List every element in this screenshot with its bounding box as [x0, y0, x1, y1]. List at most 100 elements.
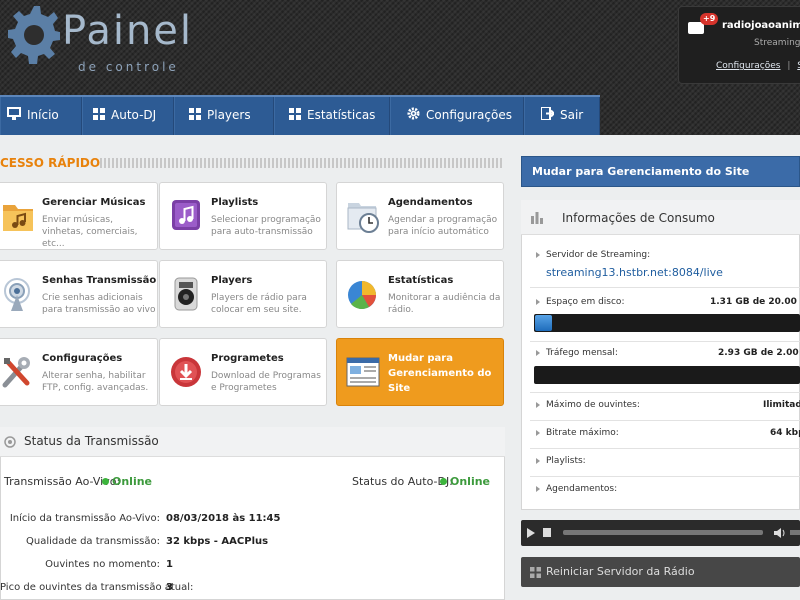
user-links: Configurações | Sa [716, 61, 800, 71]
notification-badge: +9 [700, 13, 719, 25]
card-description: Players de rádio para colocar em seu sit… [211, 293, 307, 315]
playlist-icon [172, 200, 200, 230]
card-agendamentos[interactable]: Agendamentos Agendar a programação para … [336, 182, 504, 250]
logo-title: Painel [62, 8, 194, 54]
card-title: Programetes [211, 353, 284, 364]
autodj-status-value: Online [450, 475, 491, 488]
nav-item-configuracoes[interactable]: Configurações [390, 97, 524, 135]
nav-item-inicio[interactable]: Início [0, 97, 82, 135]
card-title: Playlists [211, 197, 259, 208]
divider [530, 341, 800, 342]
schedules-label: Agendamentos: [536, 484, 617, 494]
nav-label: Auto-DJ [111, 108, 157, 122]
card-description: Crie senhas adicionais para transmissão … [42, 293, 156, 315]
max-listeners-value: Ilimitad [763, 400, 800, 410]
section-divider [100, 158, 504, 168]
max-listeners-label: Máximo de ouvintes: [536, 400, 640, 410]
card-playlists[interactable]: Playlists Selecionar programação para au… [159, 182, 327, 250]
traffic-usage-bar [534, 366, 800, 384]
card-description: Alterar senha, habilitar FTP, config. av… [42, 371, 149, 393]
status-row-label: Qualidade da transmissão: [26, 536, 160, 547]
status-row-value: 3 [166, 582, 173, 593]
status-row-label: Pico de ouvintes da transmissão atual: [0, 582, 194, 593]
volume-icon[interactable] [773, 527, 785, 539]
broadcast-icon [4, 278, 30, 311]
card-description: Monitorar a audiência da rádio. [388, 293, 501, 315]
grid-icon [530, 567, 541, 578]
disk-label: Espaço em disco: [536, 297, 624, 307]
card-mudar-gerenciamento-site[interactable]: Mudar para Gerenciamento do Site [336, 338, 504, 406]
player-device-icon [174, 277, 198, 311]
autodj-status: Online [438, 475, 490, 488]
card-description: Enviar músicas, vinhetas, comerciais, et… [42, 215, 138, 249]
site-window-icon [346, 357, 380, 387]
grid-icon [93, 98, 105, 134]
grid-icon [289, 98, 301, 134]
pie-chart-icon [348, 281, 376, 310]
nav-label: Sair [560, 108, 584, 122]
divider [530, 420, 800, 421]
card-title: Mudar para Gerenciamento do Site [388, 353, 492, 394]
play-icon[interactable] [526, 527, 536, 539]
logo-subtitle: de controle [78, 60, 179, 74]
card-title: Players [211, 275, 253, 286]
bar-chart-icon [531, 212, 543, 224]
nav-label: Início [27, 108, 59, 122]
restart-server-button[interactable]: Reiniciar Servidor da Rádio [521, 557, 800, 587]
music-folder-icon [3, 205, 33, 231]
card-gerenciar-musicas[interactable]: Gerenciar Músicas Enviar músicas, vinhet… [0, 182, 158, 250]
volume-slider[interactable] [790, 530, 800, 535]
nav-item-auto-dj[interactable]: Auto-DJ [82, 97, 174, 135]
download-icon [171, 357, 201, 387]
online-dot-icon [102, 478, 109, 485]
section-title: CESSO RÁPIDO [0, 156, 101, 170]
status-title: Status da Transmissão [24, 434, 159, 448]
nav-label: Estatísticas [307, 108, 376, 122]
stop-icon[interactable] [543, 528, 552, 538]
card-estatisticas[interactable]: Estatísticas Monitorar a audiência da rá… [336, 260, 504, 328]
tools-icon [2, 357, 30, 388]
card-players[interactable]: Players Players de rádio para colocar em… [159, 260, 327, 328]
disk-value: 1.31 GB de 20.00 G [710, 297, 800, 307]
bitrate-label: Bitrate máximo: [536, 428, 619, 438]
card-programetes[interactable]: Programetes Download de Programas e Prog… [159, 338, 327, 406]
live-status: Online [100, 475, 152, 488]
server-label: Servidor de Streaming: [536, 250, 650, 260]
status-row-label: Início da transmissão Ao-Vivo: [9, 513, 160, 524]
nav-item-estatisticas[interactable]: Estatísticas [274, 97, 390, 135]
user-name: radiojoaoanima [722, 20, 800, 31]
disk-usage-fill [535, 315, 552, 331]
monitor-icon [7, 98, 21, 134]
traffic-value: 2.93 GB de 2.00 T [718, 348, 800, 358]
gear-logo-icon [8, 6, 60, 64]
server-url: streaming13.hstbr.net:8084/live [546, 266, 723, 279]
status-row-value: 32 kbps - AACPlus [166, 536, 269, 547]
main-nav: Início Auto-DJ Players Estatísticas Conf… [0, 95, 600, 135]
consumption-title: Informações de Consumo [562, 211, 715, 225]
broadcast-small-icon [4, 436, 16, 448]
gear-icon [407, 98, 420, 134]
player-progress-bar[interactable] [563, 530, 763, 535]
nav-label: Configurações [426, 108, 512, 122]
user-server: Streaming1 [754, 38, 800, 48]
card-title: Senhas Transmissão [42, 275, 157, 286]
card-senhas-transmissao[interactable]: Senhas Transmissão Crie senhas adicionai… [0, 260, 158, 328]
user-config-link[interactable]: Configurações [716, 61, 780, 71]
nav-item-players[interactable]: Players [174, 97, 274, 135]
nav-item-sair[interactable]: Sair [524, 97, 600, 135]
grid-icon [189, 98, 201, 134]
divider [530, 287, 800, 288]
card-title: Agendamentos [388, 197, 473, 208]
status-row-label: Ouvintes no momento: [45, 559, 160, 570]
traffic-label: Tráfego mensal: [536, 348, 618, 358]
playlists-label: Playlists: [536, 456, 586, 466]
bitrate-value: 64 kbp [770, 428, 800, 438]
card-configuracoes[interactable]: Configurações Alterar senha, habilitar F… [0, 338, 158, 406]
divider [530, 448, 800, 449]
online-dot-icon [440, 478, 447, 485]
card-title: Estatísticas [388, 275, 454, 286]
switch-site-button[interactable]: Mudar para Gerenciamento do Site [521, 156, 800, 187]
live-status-value: Online [112, 475, 153, 488]
schedule-icon [347, 203, 379, 233]
nav-label: Players [207, 108, 251, 122]
